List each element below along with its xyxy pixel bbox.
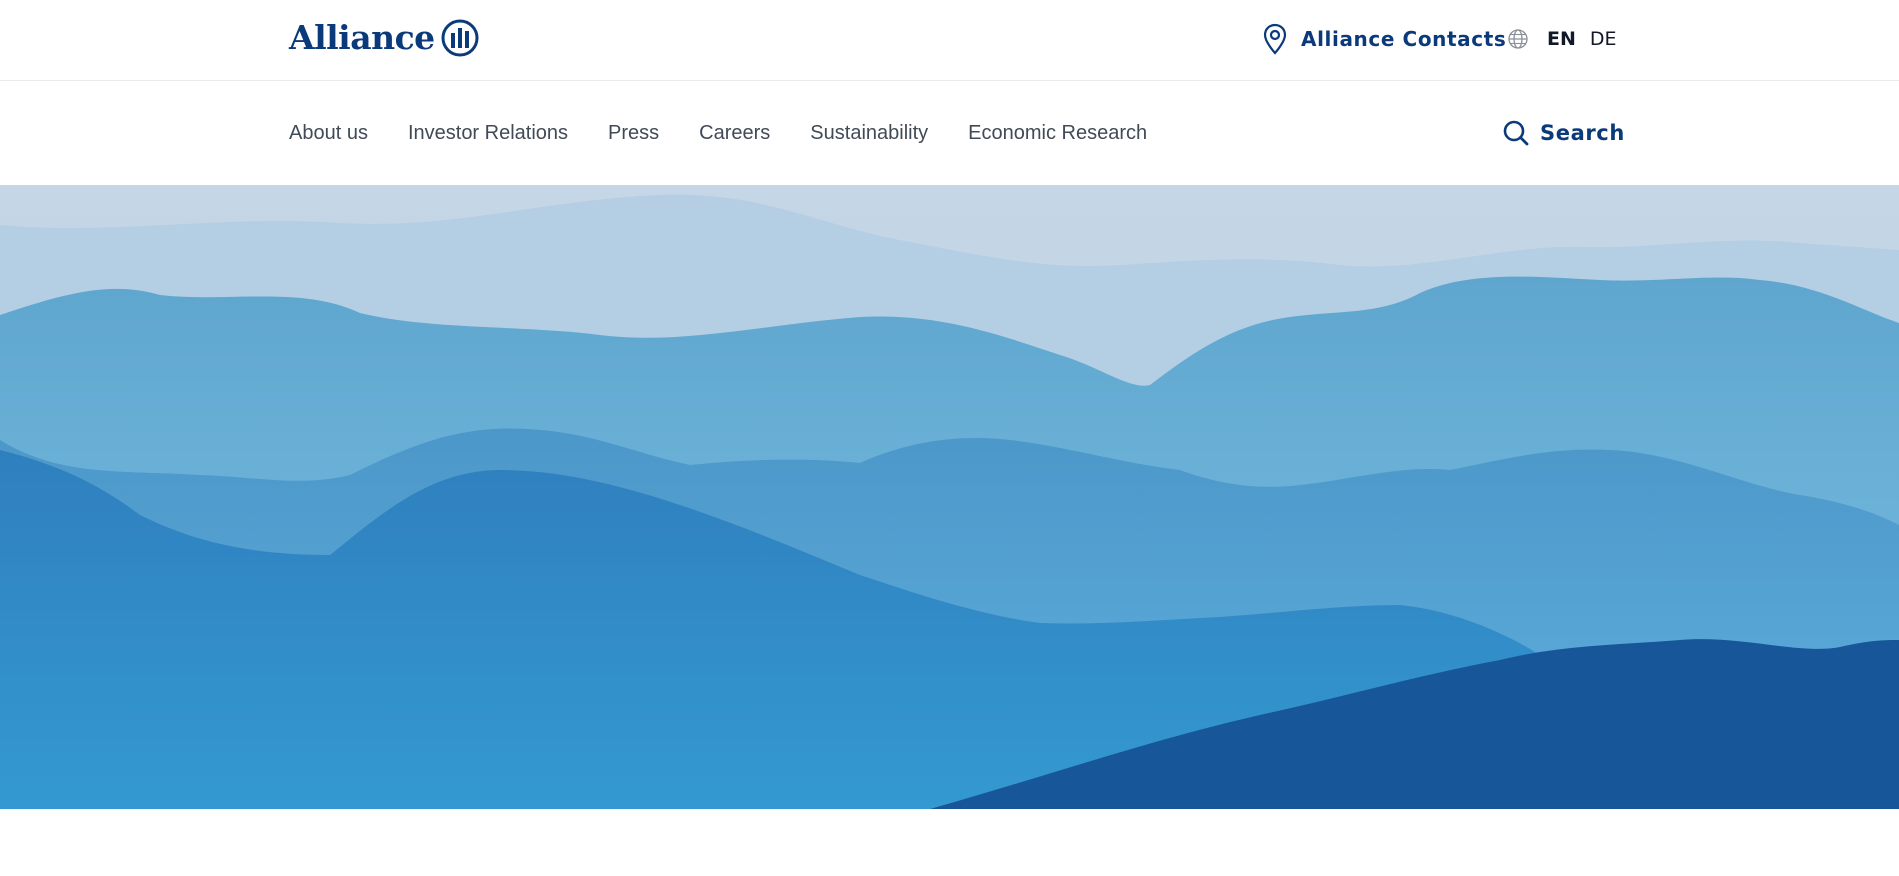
main-navigation: About us Investor Relations Press Career… — [0, 81, 1899, 185]
alliance-logo-icon — [441, 19, 479, 57]
mountain-landscape-image — [0, 185, 1899, 809]
search-button[interactable]: Search — [1502, 117, 1625, 149]
nav-list: About us Investor Relations Press Career… — [289, 81, 1147, 185]
content-area — [0, 809, 1899, 876]
language-de[interactable]: DE — [1590, 28, 1617, 50]
search-icon — [1503, 120, 1529, 146]
globe-icon — [1508, 29, 1528, 49]
nav-item-about-us[interactable]: About us — [289, 122, 368, 145]
nav-item-press[interactable]: Press — [608, 122, 659, 145]
hero-image — [0, 185, 1899, 809]
brand-logo[interactable]: Alliance — [289, 18, 479, 58]
nav-item-investor-relations[interactable]: Investor Relations — [408, 122, 568, 145]
contacts-link[interactable]: Alliance Contacts — [1262, 22, 1506, 56]
search-label: Search — [1540, 121, 1625, 145]
language-en[interactable]: EN — [1547, 28, 1576, 50]
map-pin-icon — [1263, 23, 1287, 55]
brand-name: Alliance — [289, 18, 435, 57]
top-bar: Alliance Alliance Contacts EN DE — [0, 0, 1899, 81]
nav-item-economic-research[interactable]: Economic Research — [968, 122, 1147, 145]
nav-item-sustainability[interactable]: Sustainability — [810, 122, 928, 145]
contacts-label: Alliance Contacts — [1301, 27, 1507, 51]
language-switcher: EN DE — [1507, 24, 1617, 54]
nav-item-careers[interactable]: Careers — [699, 122, 770, 145]
